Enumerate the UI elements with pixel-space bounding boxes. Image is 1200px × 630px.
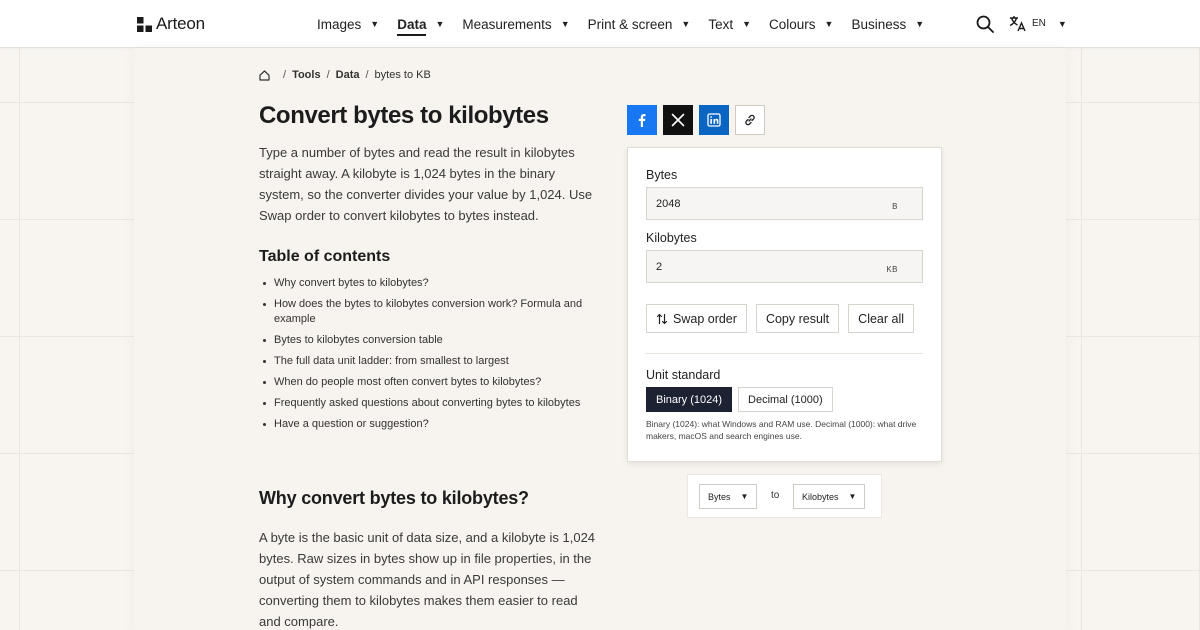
logo-mark-icon xyxy=(137,16,152,32)
share-facebook-button[interactable] xyxy=(627,105,657,135)
toc-item[interactable]: The full data unit ladder: from smallest… xyxy=(263,354,604,369)
caret-down-icon: ▼ xyxy=(1057,18,1067,29)
caret-down-icon: ▼ xyxy=(915,19,925,29)
unit-standard-label: Unit standard xyxy=(646,368,721,382)
nav-item-label: Business xyxy=(851,16,907,32)
nav-item-label: Images xyxy=(317,16,362,32)
divider xyxy=(646,353,923,354)
share-buttons xyxy=(627,105,765,135)
copy-link-button[interactable] xyxy=(735,105,765,135)
language-code: EN xyxy=(1032,18,1046,29)
swap-icon xyxy=(656,313,668,324)
language-switcher[interactable]: EN ▼ xyxy=(1009,15,1067,32)
toc-item[interactable]: Have a question or suggestion? xyxy=(263,417,604,432)
toc-item[interactable]: When do people most often convert bytes … xyxy=(263,375,604,390)
caret-down-icon: ▼ xyxy=(435,19,445,29)
nav-item-images[interactable]: Images ▼ xyxy=(317,0,379,48)
breadcrumb-separator: / xyxy=(283,69,287,81)
toc-item[interactable]: Frequently asked questions about convert… xyxy=(263,396,604,411)
nav-item-label: Text xyxy=(708,16,734,32)
swap-order-label: Swap order xyxy=(673,311,737,326)
table-of-contents: Why convert bytes to kilobytes? How does… xyxy=(263,276,604,438)
caret-down-icon: ▼ xyxy=(370,19,380,29)
toc-heading: Table of contents xyxy=(259,248,391,265)
share-linkedin-button[interactable] xyxy=(699,105,729,135)
bytes-input[interactable] xyxy=(647,188,922,219)
toc-item[interactable]: Bytes to kilobytes conversion table xyxy=(263,333,604,348)
to-unit-select[interactable]: Kilobytes ▼ xyxy=(793,484,866,509)
converter-panel: Bytes B Kilobytes KB Swap order Copy res… xyxy=(627,147,942,462)
caret-down-icon: ▼ xyxy=(848,492,857,501)
nav-item-label: Data xyxy=(397,16,427,36)
breadcrumb-current: bytes to KB xyxy=(374,69,431,81)
breadcrumb-separator: / xyxy=(365,69,369,81)
share-x-button[interactable] xyxy=(663,105,693,135)
kilobytes-input[interactable] xyxy=(647,251,922,282)
logo[interactable]: Arteon xyxy=(137,14,205,34)
nav-item-label: Print & screen xyxy=(587,16,673,32)
copy-result-button[interactable]: Copy result xyxy=(755,304,840,333)
x-icon xyxy=(671,113,685,127)
nav-item-print-screen[interactable]: Print & screen ▼ xyxy=(588,0,691,48)
swap-order-button[interactable]: Swap order xyxy=(646,304,747,333)
translate-icon xyxy=(1009,16,1026,32)
bytes-label: Bytes xyxy=(646,168,678,182)
kilobytes-field[interactable]: KB xyxy=(646,250,923,283)
toc-item[interactable]: Why convert bytes to kilobytes? xyxy=(263,276,604,291)
breadcrumb: / Tools / Data / bytes to KB xyxy=(259,69,431,81)
clear-all-button[interactable]: Clear all xyxy=(848,304,915,333)
nav-item-text[interactable]: Text ▼ xyxy=(708,0,751,48)
page-title: Convert bytes to kilobytes xyxy=(259,102,549,129)
to-unit-value: Kilobytes xyxy=(802,491,839,502)
nav-item-data[interactable]: Data ▼ xyxy=(397,0,444,48)
unit-selector: Bytes ▼ to Kilobytes ▼ xyxy=(687,474,882,518)
unit-standard-toggle: Binary (1024) Decimal (1000) xyxy=(646,387,833,412)
kilobytes-label: Kilobytes xyxy=(646,231,697,245)
unit-standard-note: Binary (1024): what Windows and RAM use.… xyxy=(646,419,917,441)
bytes-unit: B xyxy=(892,202,898,211)
breadcrumb-tools[interactable]: Tools xyxy=(292,69,321,81)
home-icon[interactable] xyxy=(259,69,270,81)
search-icon[interactable] xyxy=(976,15,994,33)
nav-item-measurements[interactable]: Measurements ▼ xyxy=(462,0,569,48)
facebook-icon xyxy=(638,114,646,127)
section-paragraph: A byte is the basic unit of data size, a… xyxy=(259,530,596,629)
decimal-standard-button[interactable]: Decimal (1000) xyxy=(738,387,833,412)
breadcrumb-data[interactable]: Data xyxy=(336,69,360,81)
main-nav: Images ▼ Data ▼ Measurements ▼ Print & s… xyxy=(317,0,942,48)
selector-to-label: to xyxy=(771,490,780,501)
nav-item-label: Colours xyxy=(769,16,816,32)
nav-item-label: Measurements xyxy=(462,16,552,32)
section-heading: Why convert bytes to kilobytes? xyxy=(259,488,529,508)
action-buttons: Swap order Copy result Clear all xyxy=(646,304,915,333)
caret-down-icon: ▼ xyxy=(560,19,570,29)
link-icon xyxy=(745,114,755,126)
from-unit-select[interactable]: Bytes ▼ xyxy=(699,484,758,509)
from-unit-value: Bytes xyxy=(708,491,731,502)
logo-text: Arteon xyxy=(156,14,205,33)
intro-paragraph: Type a number of bytes and read the resu… xyxy=(259,145,593,223)
nav-item-business[interactable]: Business ▼ xyxy=(851,0,924,48)
toc-item[interactable]: How does the bytes to kilobytes conversi… xyxy=(263,297,604,327)
site-header: Arteon Images ▼ Data ▼ Measurements ▼ Pr… xyxy=(0,0,1200,48)
caret-down-icon: ▼ xyxy=(742,19,752,29)
kilobytes-unit: KB xyxy=(886,265,898,274)
bytes-field[interactable]: B xyxy=(646,187,923,220)
caret-down-icon: ▼ xyxy=(681,19,691,29)
nav-item-colours[interactable]: Colours ▼ xyxy=(769,0,833,48)
caret-down-icon: ▼ xyxy=(740,492,749,501)
linkedin-icon xyxy=(707,113,721,127)
breadcrumb-separator: / xyxy=(326,69,330,81)
caret-down-icon: ▼ xyxy=(824,19,834,29)
binary-standard-button[interactable]: Binary (1024) xyxy=(646,387,733,412)
